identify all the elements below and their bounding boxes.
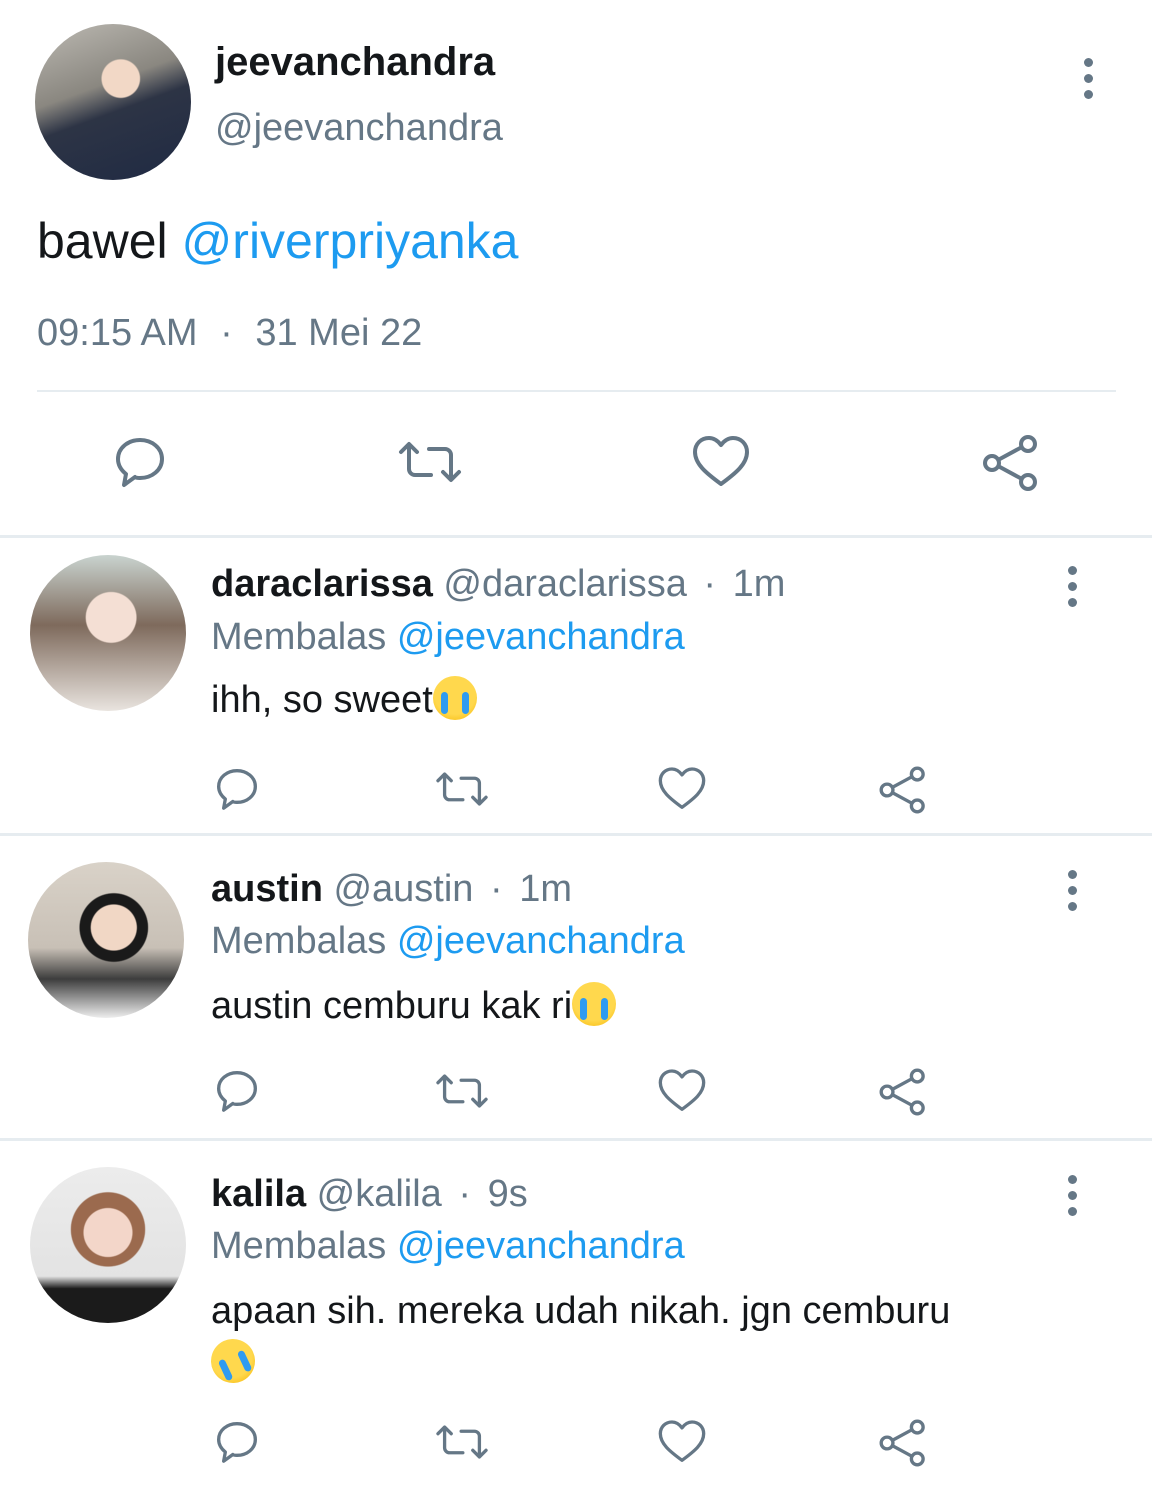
display-name[interactable]: austin — [211, 868, 323, 910]
tweet-thread: jeevanchandra @jeevanchandra bawel @rive… — [0, 0, 1152, 1497]
replying-to: Membalas @jeevanchandra — [211, 920, 685, 963]
like-button[interactable] — [656, 1417, 708, 1467]
tweet-time: 09:15 AM — [37, 312, 198, 354]
avatar[interactable] — [28, 862, 184, 1018]
retweet-button[interactable] — [395, 432, 465, 492]
like-button[interactable] — [690, 432, 752, 492]
more-icon[interactable] — [1062, 870, 1082, 911]
display-name[interactable]: daraclarissa — [211, 563, 433, 605]
heart-icon — [693, 436, 749, 486]
reply-time[interactable]: 9s — [488, 1173, 528, 1215]
reply-button[interactable] — [212, 1066, 262, 1116]
mention-link[interactable]: @riverpriyanka — [182, 213, 519, 269]
share-icon — [879, 1419, 925, 1467]
share-icon — [879, 1068, 925, 1116]
share-icon — [879, 766, 925, 814]
reply-header: daraclarissa @daraclarissa · 1m — [211, 563, 785, 606]
reply-item[interactable]: daraclarissa @daraclarissa · 1m Membalas… — [0, 538, 1152, 833]
meta-separator: · — [703, 563, 717, 605]
heart-icon — [658, 1069, 706, 1111]
share-button[interactable] — [877, 1066, 929, 1118]
tweet-text: bawel @riverpriyanka — [37, 212, 519, 270]
like-button[interactable] — [656, 764, 708, 814]
reply-text: apaan sih. mereka udah nikah. jgn cembur… — [203, 1285, 1111, 1391]
share-button[interactable] — [877, 1417, 929, 1469]
loudly-crying-face-icon — [432, 676, 477, 720]
reply-item[interactable]: kalila @kalila · 9s Membalas @jeevanchan… — [0, 1141, 1152, 1497]
more-icon[interactable] — [1078, 58, 1098, 99]
comment-icon — [217, 1422, 257, 1463]
retweet-button[interactable] — [433, 1066, 491, 1116]
reply-button[interactable] — [110, 432, 170, 492]
retweet-icon — [436, 1425, 488, 1459]
user-handle[interactable]: @daraclarissa — [443, 563, 686, 605]
main-tweet: jeevanchandra @jeevanchandra bawel @rive… — [0, 0, 1152, 535]
mention-link[interactable]: @jeevanchandra — [397, 616, 685, 658]
reply-header: kalila @kalila · 9s — [211, 1173, 528, 1216]
retweet-icon — [436, 1074, 488, 1108]
more-icon[interactable] — [1062, 1175, 1082, 1216]
retweet-icon — [436, 772, 488, 806]
reply-text-body: apaan sih. mereka udah nikah. jgn cembur… — [211, 1290, 951, 1332]
replying-to: Membalas @jeevanchandra — [211, 616, 685, 659]
more-icon[interactable] — [1062, 566, 1082, 607]
retweet-icon — [399, 442, 461, 482]
avatar[interactable] — [35, 24, 191, 180]
display-name[interactable]: jeevanchandra — [215, 40, 495, 85]
user-handle[interactable]: @jeevanchandra — [215, 107, 503, 150]
meta-separator: · — [490, 868, 503, 910]
divider — [37, 390, 1116, 392]
reply-time[interactable]: 1m — [519, 868, 572, 910]
share-button[interactable] — [980, 432, 1042, 494]
share-button[interactable] — [877, 764, 929, 816]
reply-text: ihh, so sweet — [211, 674, 1111, 726]
replying-label: Membalas — [211, 616, 397, 658]
replying-label: Membalas — [211, 920, 397, 962]
mention-link[interactable]: @jeevanchandra — [397, 1225, 685, 1267]
avatar[interactable] — [30, 1167, 186, 1323]
reply-text-body: austin cemburu kak ri — [211, 985, 573, 1027]
tweet-timestamp[interactable]: 09:15 AM · 31 Mei 22 — [37, 312, 422, 355]
heart-icon — [658, 767, 706, 809]
like-button[interactable] — [656, 1066, 708, 1116]
display-name[interactable]: kalila — [211, 1173, 306, 1215]
reply-button[interactable] — [212, 1417, 262, 1467]
rolling-on-floor-laughing-face-icon — [203, 1331, 263, 1391]
comment-icon — [217, 1071, 257, 1112]
replying-to: Membalas @jeevanchandra — [211, 1225, 685, 1268]
tweet-date: 31 Mei 22 — [255, 312, 423, 354]
avatar[interactable] — [30, 555, 186, 711]
reply-text-body: ihh, so sweet — [211, 679, 433, 721]
meta-separator: · — [220, 312, 233, 354]
user-handle[interactable]: @kalila — [317, 1173, 442, 1215]
retweet-button[interactable] — [433, 764, 491, 814]
meta-separator: · — [458, 1173, 472, 1215]
replying-label: Membalas — [211, 1225, 397, 1267]
comment-icon — [217, 769, 257, 810]
reply-text: austin cemburu kak ri — [211, 980, 1111, 1032]
user-handle[interactable]: @austin — [333, 868, 473, 910]
reply-item[interactable]: austin @austin · 1m Membalas @jeevanchan… — [0, 836, 1152, 1138]
tweet-text-body: bawel — [37, 213, 182, 269]
comment-icon — [116, 438, 164, 487]
share-icon — [983, 435, 1037, 491]
heart-icon — [658, 1420, 706, 1462]
reply-header: austin @austin · 1m — [211, 868, 572, 911]
retweet-button[interactable] — [433, 1417, 491, 1467]
reply-time[interactable]: 1m — [733, 563, 786, 605]
loudly-crying-face-icon — [572, 982, 617, 1026]
reply-button[interactable] — [212, 764, 262, 814]
mention-link[interactable]: @jeevanchandra — [397, 920, 685, 962]
